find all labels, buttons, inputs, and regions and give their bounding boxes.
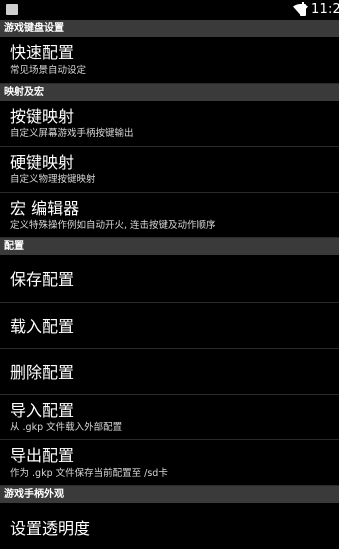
- section-header-label: 配置: [4, 241, 24, 252]
- section-header-mapping: 映射及宏: [0, 84, 339, 101]
- item-title: 硬键映射: [10, 153, 75, 172]
- item-title: 设置透明度: [10, 519, 91, 538]
- list-item-load-config[interactable]: 载入配置: [0, 303, 339, 349]
- item-subtitle: 定义特殊操作例如自动开火, 连击按键及动作顺序: [10, 220, 216, 231]
- notification-thumbnail-icon: [6, 4, 18, 15]
- item-title: 载入配置: [10, 317, 75, 336]
- section-header-appearance: 游戏手柄外观: [0, 486, 339, 503]
- section-header-label: 游戏手柄外观: [4, 489, 64, 500]
- battery-icon: [300, 2, 306, 16]
- item-title: 导入配置: [10, 401, 75, 420]
- list-item-export-config[interactable]: 导出配置 作为 .gkp 文件保存当前配置至 /sd卡: [0, 440, 339, 486]
- section-header-label: 映射及宏: [4, 87, 44, 98]
- app-title-bar: 游戏键盘设置: [0, 20, 339, 37]
- item-title: 保存配置: [10, 270, 75, 289]
- item-subtitle: 常见场景自动设定: [10, 65, 87, 76]
- item-subtitle: 自定义屏幕游戏手柄按键输出: [10, 128, 134, 139]
- item-subtitle: 从 .gkp 文件载入外部配置: [10, 422, 123, 433]
- item-title: 删除配置: [10, 363, 75, 382]
- list-item-save-config[interactable]: 保存配置: [0, 255, 339, 303]
- list-item-import-config[interactable]: 导入配置 从 .gkp 文件载入外部配置: [0, 395, 339, 440]
- item-title: 导出配置: [10, 446, 75, 465]
- item-title: 宏 编辑器: [10, 199, 80, 218]
- list-item-delete-config[interactable]: 删除配置: [0, 349, 339, 395]
- section-header-config: 配置: [0, 238, 339, 255]
- item-subtitle: 作为 .gkp 文件保存当前配置至 /sd卡: [10, 468, 168, 479]
- list-item-set-transparency[interactable]: 设置透明度: [0, 503, 339, 549]
- list-item-macro-editor[interactable]: 宏 编辑器 定义特殊操作例如自动开火, 连击按键及动作顺序: [0, 193, 339, 238]
- status-bar: 11:20: [0, 0, 339, 20]
- clock: 11:20: [311, 2, 339, 17]
- list-item-key-mapping[interactable]: 按键映射 自定义屏幕游戏手柄按键输出: [0, 101, 339, 147]
- list-item-quick-config[interactable]: 快速配置 常见场景自动设定: [0, 37, 339, 84]
- item-title: 按键映射: [10, 107, 75, 126]
- item-title: 快速配置: [10, 43, 75, 62]
- item-subtitle: 自定义物理按键映射: [10, 174, 96, 185]
- list-item-hardkey-mapping[interactable]: 硬键映射 自定义物理按键映射: [0, 147, 339, 193]
- app-title: 游戏键盘设置: [4, 23, 64, 34]
